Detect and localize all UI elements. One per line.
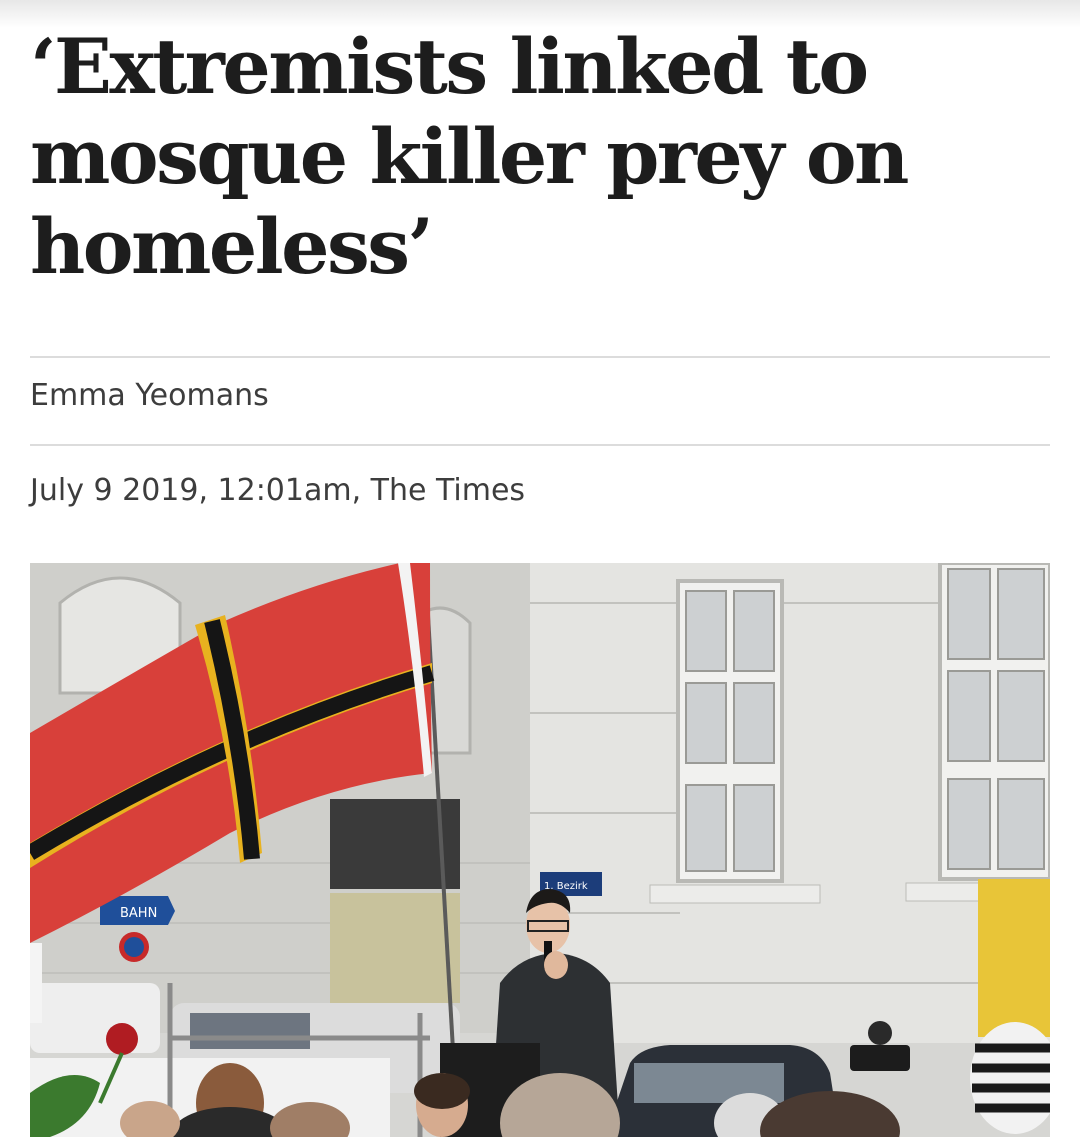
author-byline[interactable]: Emma Yeomans [30, 378, 269, 413]
article-photo[interactable]: BAHN 1. Bezirk [30, 563, 1050, 1137]
publish-dateline: July 9 2019, 12:01am, The Times [30, 473, 526, 508]
photo-illustration: BAHN 1. Bezirk [30, 563, 1050, 1137]
divider-bottom [30, 444, 1050, 446]
sign-left-text: BAHN [120, 906, 157, 921]
divider-top [30, 356, 1050, 358]
yellow-banner [978, 879, 1050, 1037]
white-flower [30, 943, 42, 1023]
shutter [330, 893, 460, 1003]
article-page: ‘Extremists linked to mosque killer prey… [0, 0, 1080, 1146]
window-sill [649, 884, 821, 904]
article-headline: ‘Extremists linked to mosque killer prey… [30, 22, 909, 291]
window-right-1 [676, 579, 784, 883]
window-right-2 [938, 563, 1050, 881]
parked-van [30, 983, 160, 1053]
